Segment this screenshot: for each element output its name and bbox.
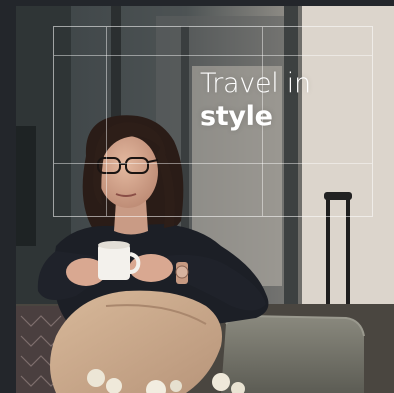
headline-line-1: Travel in — [200, 68, 311, 99]
guide-line — [54, 163, 372, 164]
guide-line — [106, 27, 107, 216]
headline-line-2: style — [200, 101, 273, 132]
hero-banner: Travel in style — [0, 0, 394, 393]
guide-line — [54, 55, 372, 56]
hero-headline: Travel in style — [200, 67, 311, 133]
